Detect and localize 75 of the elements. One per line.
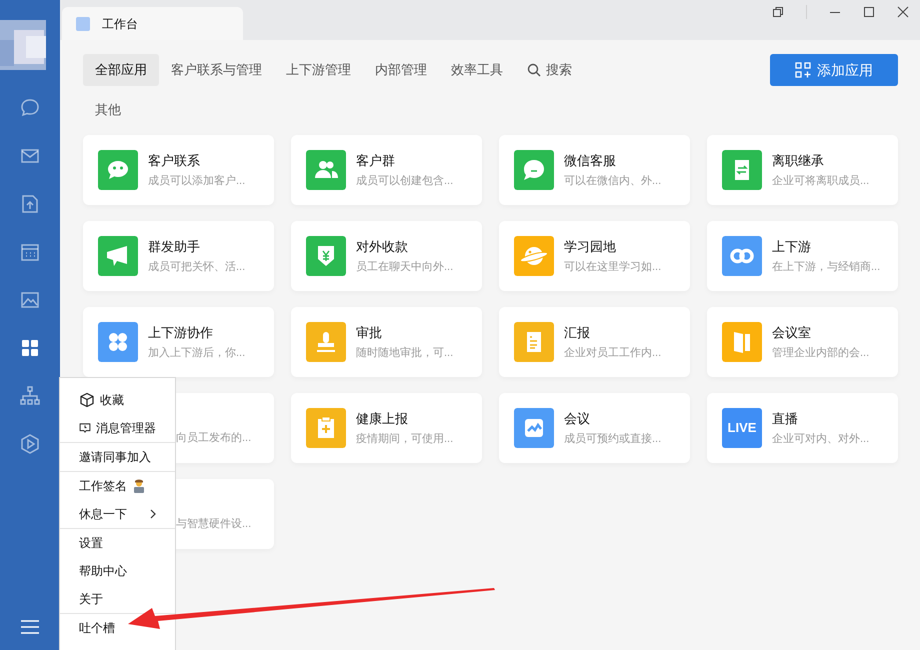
app-title: 健康上报 [356,410,409,428]
app-description: 可以在微信内、外... [564,174,662,189]
app-title: 客户联系 [148,152,201,170]
add-grid-icon [795,62,811,78]
maximize-icon[interactable] [863,6,875,18]
app-title: 对外收款 [356,238,409,256]
window-tab[interactable]: 工作台 [62,7,243,40]
category-tab[interactable]: 全部应用 [83,54,159,86]
app-description: 成员可以添加客户... [148,174,246,189]
menu-icon[interactable] [21,620,39,634]
app-card[interactable]: 微信客服 可以在微信内、外... [499,135,690,205]
live-icon: LIVE [722,408,762,448]
app-description: 企业对员工工作内... [564,346,662,361]
app-description: 成员可把关怀、活... [148,260,246,275]
search-icon [527,63,541,77]
app-title: 学习园地 [564,238,617,256]
hexagon-icon[interactable] [19,433,41,455]
chat-icon[interactable] [19,97,41,119]
menu-item[interactable]: 邀请同事加入 [60,443,175,471]
app-title: 直播 [772,410,799,428]
app-card[interactable]: 群发助手 成员可把关怀、活... [83,221,274,291]
app-card[interactable]: 上下游 在上下游，与经销商... [707,221,898,291]
app-description: 疫情期间，可使用... [356,432,454,447]
grid-icon[interactable] [19,337,41,359]
add-app-button[interactable]: 添加应用 [770,54,898,86]
menu-item[interactable]: 吐个槽 [60,614,175,642]
app-title: 客户群 [356,152,396,170]
app-card[interactable]: 学习园地 可以在这里学习如... [499,221,690,291]
menu-item[interactable]: 帮助中心 [60,557,175,585]
app-title: 离职继承 [772,152,825,170]
tab-icon [76,16,90,30]
app-title: 上下游 [772,238,812,256]
pin-icon[interactable] [772,6,784,18]
app-card[interactable]: 离职继承 企业可将离职成员... [707,135,898,205]
cube-icon [79,392,95,408]
app-description: 向员工发布的... [176,430,252,446]
app-card[interactable]: 上下游协作 加入上下游后，你... [83,307,274,377]
chevron-right-icon [150,509,156,519]
app-card[interactable]: 客户群 成员可以创建包含... [291,135,482,205]
app-title: 汇报 [564,324,591,342]
app-description: 与智慧硬件设... [176,516,252,532]
menu-item[interactable]: 关于 [60,585,175,613]
app-title: 会议室 [772,324,812,342]
app-title: 审批 [356,324,383,342]
app-card[interactable]: LIVE 直播 企业可对内、对外... [707,393,898,463]
app-card[interactable]: 汇报 企业对员工工作内... [499,307,690,377]
app-description: 员工在聊天中向外... [356,260,454,275]
app-description: 成员可以创建包含... [356,174,454,189]
person-at-laptop-icon [132,479,146,493]
app-title: 微信客服 [564,152,617,170]
app-card[interactable]: 客户联系 成员可以添加客户... [83,135,274,205]
org-chart-icon[interactable] [19,385,41,407]
category-tab[interactable]: 上下游管理 [274,54,363,86]
app-description: 加入上下游后，你... [148,346,246,361]
app-title: 群发助手 [148,238,201,256]
app-description: 在上下游，与经销商... [772,260,880,275]
category-tab[interactable]: 客户联系与管理 [159,54,274,86]
category-tab[interactable]: 效率工具 [439,54,515,86]
app-description: 管理企业内部的会... [772,346,870,361]
app-description: 随时随地审批，可... [356,346,454,361]
app-title: 会议 [564,410,591,428]
app-card[interactable]: 会议 成员可预约或直接... [499,393,690,463]
app-title: 上下游协作 [148,324,214,342]
app-card[interactable]: 健康上报 疫情期间，可使用... [291,393,482,463]
app-description: 可以在这里学习如... [564,260,662,275]
close-icon[interactable] [897,6,909,18]
app-description: 成员可预约或直接... [564,432,662,447]
app-card[interactable]: 审批 随时随地审批，可... [291,307,482,377]
app-card[interactable]: 会议室 管理企业内部的会... [707,307,898,377]
category-tab[interactable]: 其他 [83,94,133,126]
app-description: 企业可将离职成员... [772,174,870,189]
search-button[interactable]: 搜索 [515,54,584,86]
category-tab[interactable]: 内部管理 [363,54,439,86]
app-card[interactable]: 对外收款 员工在聊天中向外... [291,221,482,291]
app-description: 企业可对内、对外... [772,432,870,447]
